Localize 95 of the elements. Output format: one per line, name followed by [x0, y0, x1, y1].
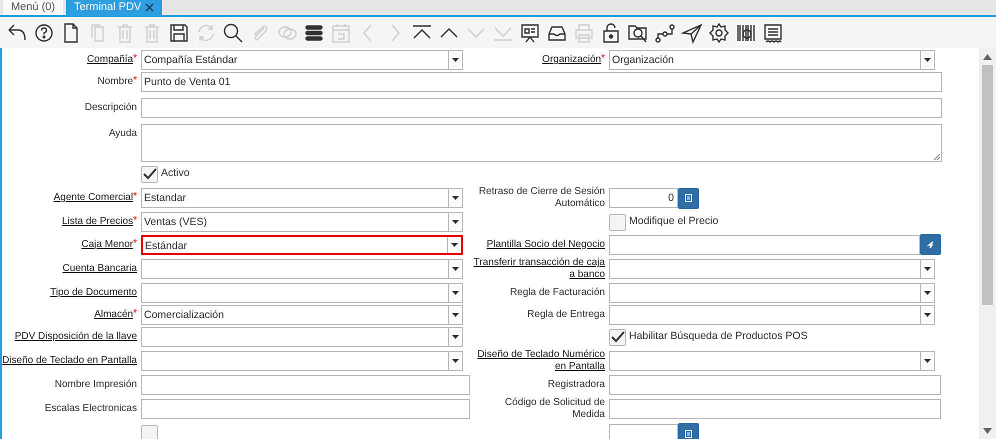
dropdown-field[interactable]: [609, 259, 935, 279]
caret-icon[interactable]: [452, 313, 459, 317]
field-label: Registradora: [548, 379, 605, 391]
field-label: Regla de Entrega: [527, 309, 605, 321]
scrollbar-thumb[interactable]: [982, 65, 993, 305]
required-mark: *: [133, 238, 137, 248]
checkbox[interactable]: [609, 214, 626, 230]
gear-icon[interactable]: [708, 22, 730, 44]
caret-icon[interactable]: [452, 359, 459, 363]
caret-icon[interactable]: [452, 291, 459, 295]
caret-icon[interactable]: [452, 335, 459, 339]
required-mark: *: [133, 192, 137, 202]
input-field[interactable]: [141, 399, 470, 419]
field-label[interactable]: Tipo de Documento: [50, 287, 137, 299]
number-field[interactable]: 0: [609, 188, 678, 208]
field-label[interactable]: Agente Comercial: [54, 192, 134, 204]
number-field[interactable]: [609, 424, 678, 439]
input-field[interactable]: [141, 375, 470, 395]
field-label: Retraso de Cierre de Sesión Automático: [478, 186, 605, 210]
required-mark: *: [601, 54, 605, 64]
calculator-button[interactable]: [678, 188, 699, 208]
calculator-icon: [685, 194, 692, 202]
presentation-icon[interactable]: [519, 22, 541, 44]
checkbox[interactable]: [141, 166, 158, 182]
field-label: Código de Solicitud de Medida: [504, 397, 605, 421]
dropdown-field[interactable]: Compañía Estándar: [141, 50, 463, 70]
field-label: Nombre: [98, 76, 134, 88]
lookup-button[interactable]: [920, 234, 941, 255]
required-mark: *: [133, 216, 137, 226]
checkbox-label: Modifique el Precio: [629, 214, 718, 230]
calculator-icon: [685, 430, 692, 438]
search-field[interactable]: [609, 234, 920, 254]
caret-icon[interactable]: [924, 267, 931, 271]
dropdown-field[interactable]: Estándar: [141, 234, 463, 254]
caret-icon[interactable]: [452, 220, 459, 224]
field-label[interactable]: Cuenta Bancaria: [62, 263, 137, 275]
field-label[interactable]: Compañía: [86, 54, 134, 66]
scrollbar[interactable]: [979, 48, 996, 439]
scroll-down-icon[interactable]: [983, 428, 992, 434]
dropdown-field[interactable]: Organización: [609, 50, 935, 70]
field-label[interactable]: Transferir transacción de caja a banco: [471, 257, 605, 281]
dropdown-field[interactable]: [609, 305, 935, 325]
check-icon: [142, 168, 156, 180]
field-label[interactable]: Diseño de Teclado Numérico en Pantalla: [471, 349, 605, 373]
checkbox-label: Activo: [161, 166, 190, 182]
caret-icon[interactable]: [924, 313, 931, 317]
check-icon: [610, 331, 624, 343]
dropdown-field[interactable]: [141, 327, 463, 347]
dropdown-field[interactable]: [609, 351, 935, 371]
input-field[interactable]: Punto de Venta 01: [141, 72, 942, 92]
resize-handle-icon[interactable]: [934, 154, 940, 160]
caret-icon[interactable]: [924, 359, 931, 363]
caret-icon[interactable]: [924, 291, 931, 295]
paper-plane-icon[interactable]: [681, 22, 703, 44]
dropdown-field[interactable]: [141, 283, 463, 303]
caret-icon[interactable]: [452, 58, 459, 62]
caret-icon[interactable]: [924, 58, 931, 62]
field-label[interactable]: Organización: [542, 54, 602, 66]
field-label: Ayuda: [108, 128, 137, 140]
dropdown-field[interactable]: Comercialización: [141, 305, 463, 325]
field-label[interactable]: Lista de Precios: [62, 216, 134, 228]
checkbox[interactable]: [141, 425, 158, 439]
dropdown-field[interactable]: Estandar: [141, 188, 463, 208]
input-field[interactable]: [609, 375, 941, 395]
tab[interactable]: Menú (0): [3, 0, 64, 15]
help-icon[interactable]: [33, 22, 55, 44]
field-label: Regla de Facturación: [510, 287, 605, 299]
checkbox[interactable]: [609, 328, 626, 346]
nodes-icon[interactable]: [654, 22, 676, 44]
caret-icon[interactable]: [452, 196, 459, 200]
save-icon[interactable]: [168, 22, 190, 44]
caret-icon[interactable]: [452, 267, 459, 271]
field-label: Escalas Electronicas: [44, 403, 137, 415]
dropdown-field[interactable]: [609, 283, 935, 303]
dropdown-field[interactable]: [141, 351, 463, 371]
field-label[interactable]: Diseño de Teclado en Pantalla: [2, 355, 137, 367]
dropdown-field[interactable]: [141, 259, 463, 279]
field-label[interactable]: PDV Disposición de la llave: [14, 331, 137, 343]
input-field[interactable]: [609, 399, 941, 419]
search-icon[interactable]: [222, 22, 244, 44]
input-field[interactable]: [141, 98, 942, 118]
field-label[interactable]: Plantilla Socio del Negocio: [486, 238, 605, 250]
field-label[interactable]: Almacén: [94, 309, 134, 321]
field-label: Descripción: [84, 102, 137, 114]
required-mark: *: [133, 54, 137, 64]
field-label: Nombre Impresión: [54, 379, 137, 391]
caret-icon[interactable]: [451, 242, 458, 246]
required-mark: *: [133, 76, 137, 86]
field-label[interactable]: Caja Menor: [81, 238, 134, 250]
calculator-button[interactable]: [678, 423, 699, 439]
checkbox-label: Habilitar Búsqueda de Productos POS: [629, 329, 808, 344]
dropdown-field[interactable]: Ventas (VES): [141, 212, 463, 232]
scroll-up-icon[interactable]: [983, 54, 992, 60]
close-icon[interactable]: [145, 2, 154, 12]
required-mark: *: [133, 309, 137, 319]
